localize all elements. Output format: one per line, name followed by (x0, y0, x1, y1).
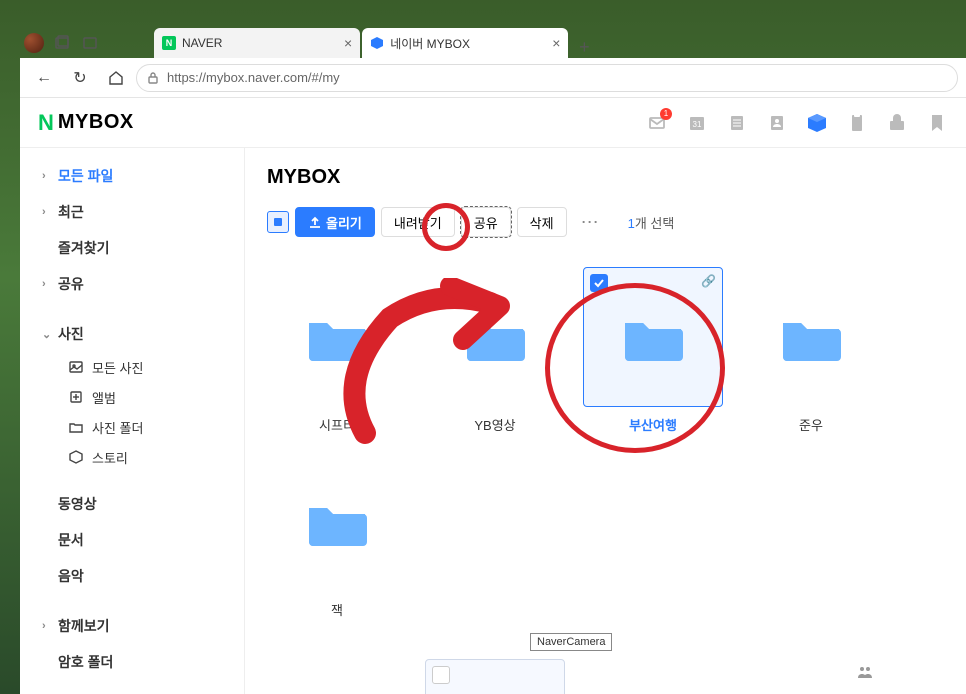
shared-icon (857, 665, 875, 679)
tab-actions-icon[interactable] (76, 29, 104, 57)
sidebar-sub-all-photos[interactable]: 모든 사진 (20, 352, 244, 382)
sidebar-sub-photo-folder[interactable]: 사진 폴더 (20, 412, 244, 442)
folder-card[interactable]: 포스팅 (267, 659, 407, 694)
tab-title: NAVER (182, 36, 332, 50)
svg-text:31: 31 (693, 120, 702, 129)
share-button[interactable]: 공유 (461, 207, 511, 237)
link-icon: 🔗 (701, 274, 716, 288)
calendar-icon[interactable]: 31 (686, 112, 708, 134)
folder-card[interactable]: 잭 (267, 452, 407, 619)
sidebar-item-encrypted[interactable]: ›암호 폴더 (20, 644, 244, 680)
delete-button[interactable]: 삭제 (517, 207, 567, 237)
close-tab-icon[interactable]: × (552, 35, 560, 51)
folder-name: YB영상 (474, 415, 515, 434)
sidebar-item-music[interactable]: ›음악 (20, 558, 244, 594)
new-tab-button[interactable]: + (570, 37, 598, 58)
naver-favicon-icon: N (162, 36, 176, 50)
folder-name: 잭 (331, 600, 343, 619)
story-icon (68, 449, 84, 465)
photo-folder-icon (68, 419, 84, 435)
album-icon (68, 389, 84, 405)
office-icon[interactable] (886, 112, 908, 134)
mybox-icon[interactable] (806, 112, 828, 134)
folder-card[interactable]: 기타등등 (583, 659, 723, 694)
memo-icon[interactable] (726, 112, 748, 134)
upload-button[interactable]: 올리기 (295, 207, 375, 237)
workspaces-icon[interactable] (48, 29, 76, 57)
sidebar-item-favorites[interactable]: ›즐겨찾기 (20, 230, 244, 266)
close-tab-icon[interactable]: × (344, 35, 352, 51)
sidebar-sub-story[interactable]: 스토리 (20, 442, 244, 472)
folder-card[interactable]: YB영상 (425, 267, 565, 434)
selection-count: 1개 선택 (628, 213, 675, 232)
profile-avatar[interactable] (20, 29, 48, 57)
sidebar-sub-album[interactable]: 앨범 (20, 382, 244, 412)
photo-icon (68, 359, 84, 375)
sidebar-item-photos[interactable]: ⌄사진 (20, 316, 244, 352)
checked-icon (590, 274, 608, 292)
page-title: MYBOX (267, 166, 966, 189)
folder-name: 시프티 (319, 415, 355, 434)
sidebar-item-together[interactable]: ›함께보기 (20, 608, 244, 644)
logo-n-icon: N (38, 110, 54, 136)
bookmark-icon[interactable] (926, 112, 948, 134)
folder-card[interactable]: 준우 (741, 267, 881, 434)
notes-icon[interactable] (846, 112, 868, 134)
tooltip: NaverCamera (530, 633, 612, 651)
mail-icon[interactable]: 1 (646, 112, 668, 134)
refresh-button[interactable]: ↻ (64, 62, 96, 94)
folder-card[interactable]: 공유폴더 (741, 659, 881, 694)
download-button[interactable]: 내려받기 (381, 207, 455, 237)
url-text: https://mybox.naver.com/#/my (167, 70, 340, 85)
select-all-checkbox[interactable] (267, 211, 289, 233)
logo-text: MYBOX (58, 111, 134, 134)
address-field[interactable]: https://mybox.naver.com/#/my (136, 64, 958, 92)
more-button[interactable]: ⋯ (573, 212, 608, 233)
mail-badge: 1 (660, 108, 672, 120)
sidebar-item-video[interactable]: ›동영상 (20, 486, 244, 522)
sidebar: ›모든 파일 ›최근 ›즐겨찾기 ›공유 ⌄사진 모든 사진 앨범 사진 폴더 … (20, 148, 245, 694)
folder-card[interactable]: 시프티 (267, 267, 407, 434)
browser-tab-naver[interactable]: N NAVER × (154, 28, 360, 58)
mybox-favicon-icon (370, 36, 384, 50)
sidebar-item-recent[interactable]: ›최근 (20, 194, 244, 230)
folder-card[interactable]: 🔗 부산여행 (583, 267, 723, 434)
contacts-icon[interactable] (766, 112, 788, 134)
checkbox-icon[interactable] (432, 666, 450, 684)
back-button[interactable]: ← (28, 62, 60, 94)
sidebar-item-share[interactable]: ›공유 (20, 266, 244, 302)
folder-name: 준우 (799, 415, 823, 434)
upload-icon (308, 215, 322, 229)
sidebar-item-all-files[interactable]: ›모든 파일 (20, 158, 244, 194)
home-button[interactable] (100, 62, 132, 94)
lock-icon (147, 72, 159, 84)
folder-card[interactable]: ☆ NaverCamera (425, 659, 565, 694)
browser-tab-mybox[interactable]: 네이버 MYBOX × (362, 28, 568, 58)
folder-name: 부산여행 (629, 415, 677, 434)
sidebar-item-docs[interactable]: ›문서 (20, 522, 244, 558)
tab-title: 네이버 MYBOX (390, 35, 540, 52)
